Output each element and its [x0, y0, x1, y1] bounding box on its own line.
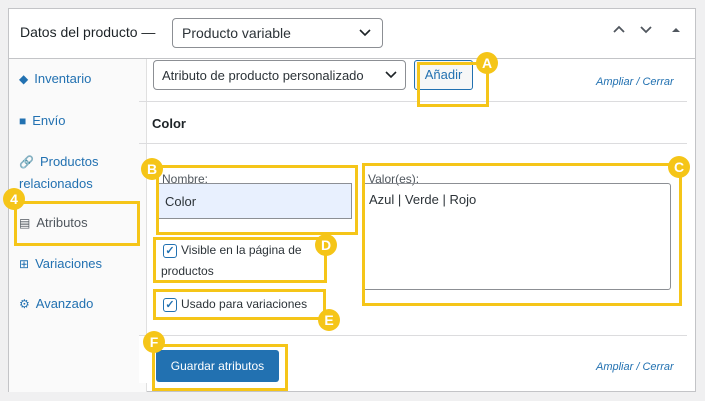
- highlight-atributos-tab: [14, 201, 140, 246]
- chevron-down-icon: [384, 67, 398, 84]
- chevron-down-icon: [358, 25, 372, 42]
- tab-variaciones[interactable]: ⊞ Variaciones: [19, 253, 102, 275]
- product-type-value: Producto variable: [182, 25, 291, 41]
- expand-close-links-bottom: Ampliar / Cerrar: [596, 361, 674, 373]
- tab-avanzado[interactable]: ⚙ Avanzado: [19, 293, 93, 315]
- attribute-heading: Color: [152, 116, 186, 131]
- badge-f: F: [143, 331, 165, 353]
- tab-productos-relacionados[interactable]: 🔗 Productos relacionados: [19, 151, 129, 194]
- badge-b: B: [141, 158, 163, 180]
- attribute-select-value: Atributo de producto personalizado: [162, 68, 364, 83]
- badge-d: D: [315, 234, 337, 256]
- attribute-header[interactable]: Color: [139, 101, 687, 144]
- tab-label: Avanzado: [35, 296, 94, 311]
- badge-e: E: [318, 309, 340, 331]
- tab-envio[interactable]: ■ Envío: [19, 110, 66, 132]
- link-icon: 🔗: [19, 155, 34, 169]
- highlight-save: [152, 344, 288, 391]
- product-type-select[interactable]: Producto variable: [172, 18, 383, 48]
- tab-label: Variaciones: [35, 256, 103, 271]
- highlight-values: [362, 163, 682, 306]
- link-separator: /: [636, 361, 640, 373]
- truck-icon: ■: [19, 114, 27, 128]
- highlight-variations: [153, 289, 326, 320]
- highlight-visible: [153, 237, 327, 283]
- gear-icon: ⚙: [19, 297, 30, 311]
- attribute-select[interactable]: Atributo de producto personalizado: [153, 60, 406, 90]
- move-down-icon[interactable]: [639, 22, 653, 39]
- tab-label: Envío: [32, 113, 66, 128]
- tab-label: Inventario: [34, 71, 92, 86]
- move-up-icon[interactable]: [612, 22, 626, 39]
- tag-icon: ◆: [19, 72, 29, 86]
- tab-inventario[interactable]: ◆ Inventario: [19, 68, 91, 90]
- close-link[interactable]: Cerrar: [642, 76, 673, 88]
- expand-link[interactable]: Ampliar: [596, 361, 633, 373]
- badge-a: A: [476, 52, 498, 74]
- panel-header: Datos del producto — Producto variable: [9, 9, 695, 59]
- panel-title: Datos del producto —: [20, 24, 156, 40]
- expand-link[interactable]: Ampliar: [596, 76, 633, 88]
- badge-c: C: [668, 156, 690, 178]
- collapse-toggle-icon[interactable]: [671, 22, 681, 38]
- grid-icon: ⊞: [19, 257, 30, 271]
- badge-4: 4: [3, 188, 25, 210]
- highlight-name: [156, 165, 358, 235]
- link-separator: /: [636, 76, 640, 88]
- close-link[interactable]: Cerrar: [642, 361, 673, 373]
- expand-close-links-top: Ampliar / Cerrar: [596, 76, 674, 88]
